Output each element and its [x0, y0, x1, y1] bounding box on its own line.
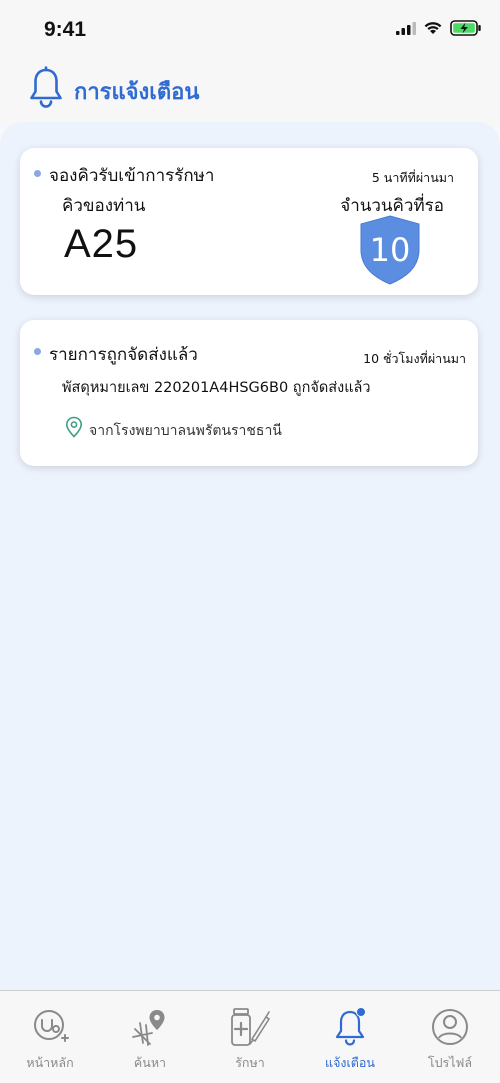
notification-badge [356, 1007, 366, 1017]
notification-time: 10 ชั่วโมงที่ผ่านมา [363, 351, 466, 366]
waiting-queue-count: 10 [370, 231, 411, 269]
nav-item-profile[interactable]: โปรไฟล์ [400, 991, 500, 1083]
status-time: 9:41 [44, 18, 87, 41]
your-queue-number: A25 [64, 222, 139, 266]
nav-item-home[interactable]: หน้าหลัก [0, 991, 100, 1083]
nav-label: หน้าหลัก [26, 1055, 74, 1070]
nav-label: โปรไฟล์ [427, 1055, 473, 1070]
notification-location: จากโรงพยาบาลนพรัตนราชธานี [89, 423, 282, 439]
page-header: การแจ้งเตือน [0, 56, 500, 126]
your-queue-label: คิวของท่าน [62, 196, 146, 216]
signal-icon [396, 21, 416, 35]
map-search-icon [132, 1010, 165, 1046]
nav-item-search[interactable]: ค้นหา [100, 991, 200, 1083]
nav-label: รักษา [235, 1055, 265, 1070]
page-title: การแจ้งเตือน [74, 80, 200, 105]
bottom-nav: หน้าหลัก ค้นหา รักษา แจ้งเตือน โปรไฟล์ [0, 990, 500, 1083]
home-stethoscope-icon [34, 1010, 69, 1042]
medicine-icon [231, 1008, 271, 1046]
notification-message: พัสดุหมายเลข 220201A4HSG6B0 ถูกจัดส่งแล้… [62, 380, 371, 396]
nav-label: แจ้งเตือน [325, 1055, 375, 1070]
bell-icon [30, 66, 62, 108]
notification-title: รายการถูกจัดส่งแล้ว [49, 345, 198, 365]
location-pin-icon [65, 416, 83, 438]
nav-label: ค้นหา [133, 1055, 167, 1070]
queue-notification-card[interactable]: จองคิวรับเข้าการรักษา 5 นาทีที่ผ่านมา คิ… [20, 148, 478, 295]
unread-dot [34, 348, 41, 355]
status-bar: 9:41 [0, 0, 500, 56]
nav-item-notifications[interactable]: แจ้งเตือน [300, 991, 400, 1083]
delivery-notification-card[interactable]: รายการถูกจัดส่งแล้ว 10 ชั่วโมงที่ผ่านมา … [20, 320, 478, 466]
unread-dot [34, 170, 41, 177]
battery-icon [450, 20, 481, 36]
profile-icon [432, 1009, 468, 1045]
nav-item-treatment[interactable]: รักษา [200, 991, 300, 1083]
wifi-icon [424, 22, 442, 34]
shield-badge-icon: 10 [360, 215, 420, 285]
notification-title: จองคิวรับเข้าการรักษา [49, 166, 215, 186]
status-icons [396, 20, 482, 36]
notification-time: 5 นาทีที่ผ่านมา [371, 170, 454, 185]
